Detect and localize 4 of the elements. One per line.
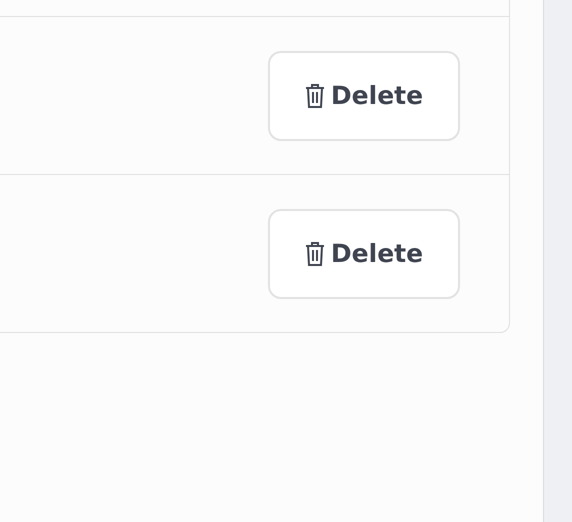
delete-button[interactable]: Delete bbox=[268, 208, 460, 298]
trash-icon bbox=[304, 242, 325, 266]
trash-icon bbox=[304, 84, 325, 108]
delete-button[interactable]: Delete bbox=[268, 50, 460, 140]
